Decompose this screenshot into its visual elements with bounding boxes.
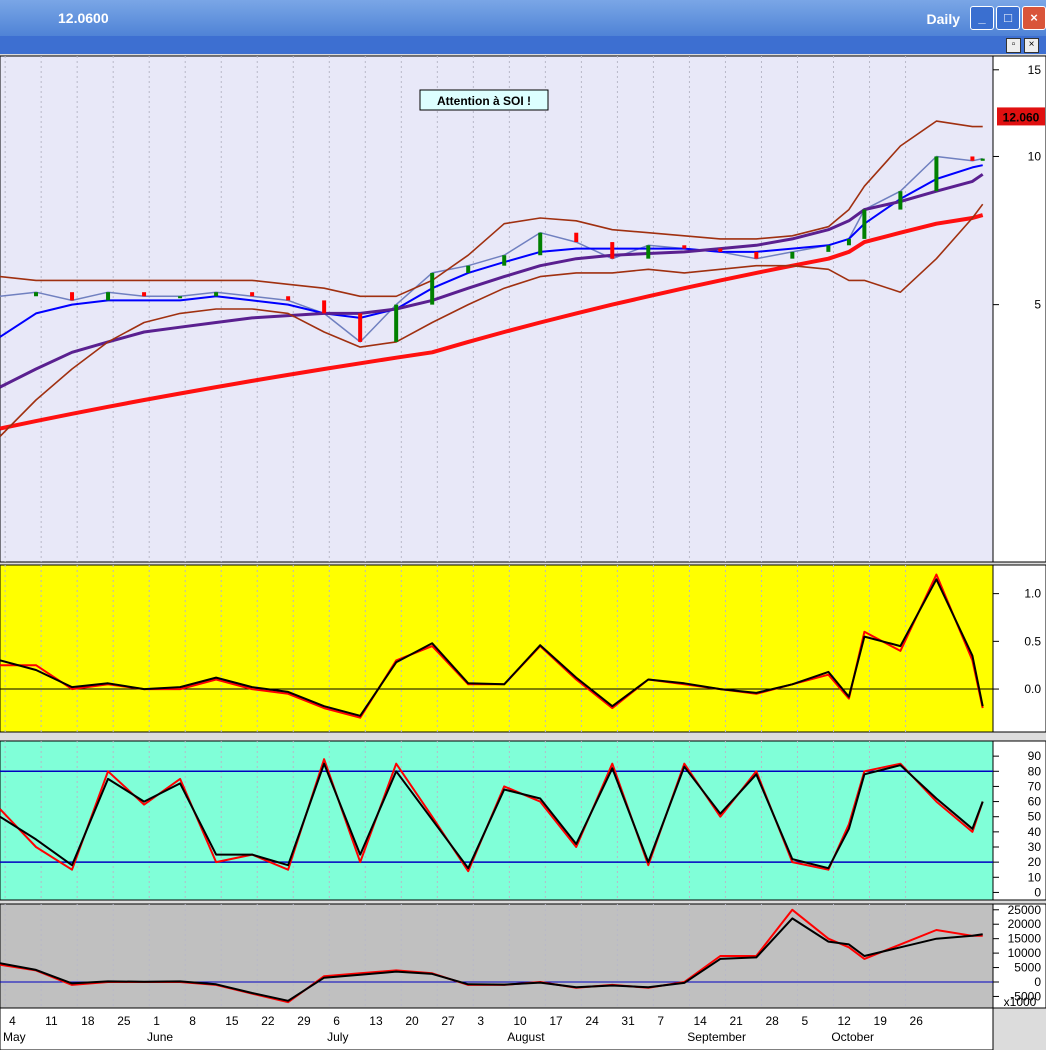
date-tick-label: 11 xyxy=(45,1014,58,1028)
axis-tick-label: 0 xyxy=(1034,975,1041,989)
axis-tick-label: 5000 xyxy=(1014,961,1041,975)
date-tick-label: 13 xyxy=(369,1014,383,1028)
axis-tick-label: 30 xyxy=(1028,840,1042,854)
stock-chart[interactable]: 1510512.060Attention à SOI !1.00.50.0908… xyxy=(0,0,1046,1050)
date-tick-label: 19 xyxy=(874,1014,888,1028)
date-tick-label: 22 xyxy=(261,1014,275,1028)
month-label: May xyxy=(3,1030,26,1044)
candle xyxy=(394,304,399,342)
candle xyxy=(898,191,903,210)
date-tick-label: 6 xyxy=(333,1014,340,1028)
candle xyxy=(358,313,363,342)
date-tick-label: 7 xyxy=(657,1014,664,1028)
candle xyxy=(718,248,723,252)
month-label: June xyxy=(147,1030,173,1044)
month-label: July xyxy=(327,1030,348,1044)
axis-tick-label: 90 xyxy=(1028,749,1042,763)
date-tick-label: 1 xyxy=(153,1014,160,1028)
candle xyxy=(70,292,75,301)
candle xyxy=(826,245,831,252)
candle xyxy=(142,292,147,297)
candle xyxy=(846,238,851,246)
month-label: September xyxy=(687,1030,746,1044)
candle xyxy=(430,272,435,305)
candle xyxy=(178,296,183,299)
candle xyxy=(322,300,327,314)
axis-tick-label: 1.0 xyxy=(1024,587,1041,601)
date-tick-label: 3 xyxy=(477,1014,484,1028)
date-tick-label: 25 xyxy=(117,1014,131,1028)
candle xyxy=(214,292,219,297)
date-tick-label: 20 xyxy=(405,1014,419,1028)
candle xyxy=(466,265,471,273)
axis-tick-label: 20000 xyxy=(1008,917,1042,931)
candle xyxy=(980,158,985,161)
date-tick-label: 17 xyxy=(549,1014,563,1028)
volume-unit-label: x1000 xyxy=(1004,995,1037,1009)
candle xyxy=(790,251,795,259)
date-tick-label: 4 xyxy=(9,1014,16,1028)
axis-tick-label: 0.0 xyxy=(1024,682,1041,696)
candle xyxy=(286,296,291,301)
candle xyxy=(970,156,975,161)
candle xyxy=(754,251,759,259)
axis-tick-label: 25000 xyxy=(1008,903,1042,917)
candle xyxy=(538,232,543,256)
date-tick-label: 5 xyxy=(801,1014,808,1028)
date-tick-label: 31 xyxy=(621,1014,635,1028)
candle xyxy=(610,242,615,259)
candle xyxy=(862,209,867,239)
date-tick-label: 14 xyxy=(693,1014,707,1028)
axis-tick-label: 20 xyxy=(1028,855,1042,869)
date-tick-label: 15 xyxy=(225,1014,239,1028)
date-tick-label: 28 xyxy=(765,1014,779,1028)
axis-tick-label: 10000 xyxy=(1008,946,1042,960)
date-tick-label: 10 xyxy=(513,1014,527,1028)
date-tick-label: 21 xyxy=(729,1014,743,1028)
date-tick-label: 26 xyxy=(910,1014,924,1028)
date-tick-label: 18 xyxy=(81,1014,95,1028)
axis-tick-label: 10 xyxy=(1028,870,1042,884)
axis-tick-label: 70 xyxy=(1028,779,1042,793)
month-label: October xyxy=(831,1030,874,1044)
date-tick-label: 24 xyxy=(585,1014,599,1028)
axis-tick-label: 80 xyxy=(1028,764,1042,778)
axis-tick-label: 40 xyxy=(1028,825,1042,839)
date-tick-label: 27 xyxy=(441,1014,455,1028)
candle xyxy=(682,245,687,249)
axis-tick-label: 15 xyxy=(1028,63,1042,77)
candle xyxy=(106,292,111,301)
last-price-label: 12.060 xyxy=(1003,110,1040,124)
candle xyxy=(502,255,507,266)
candle xyxy=(646,245,651,259)
axis-tick-label: 0.5 xyxy=(1024,634,1041,648)
axis-tick-label: 50 xyxy=(1028,810,1042,824)
candle xyxy=(934,156,939,192)
date-tick-label: 29 xyxy=(297,1014,311,1028)
axis-tick-label: 10 xyxy=(1028,149,1042,163)
axis-tick-label: 60 xyxy=(1028,795,1042,809)
annotation-label: Attention à SOI ! xyxy=(437,94,531,108)
date-tick-label: 8 xyxy=(189,1014,196,1028)
axis-tick-label: 15000 xyxy=(1008,932,1042,946)
candle xyxy=(574,232,579,243)
candle xyxy=(250,292,255,297)
axis-tick-label: 0 xyxy=(1034,885,1041,899)
month-label: August xyxy=(507,1030,545,1044)
date-tick-label: 12 xyxy=(838,1014,852,1028)
candle xyxy=(34,292,39,297)
axis-tick-label: 5 xyxy=(1034,298,1041,312)
